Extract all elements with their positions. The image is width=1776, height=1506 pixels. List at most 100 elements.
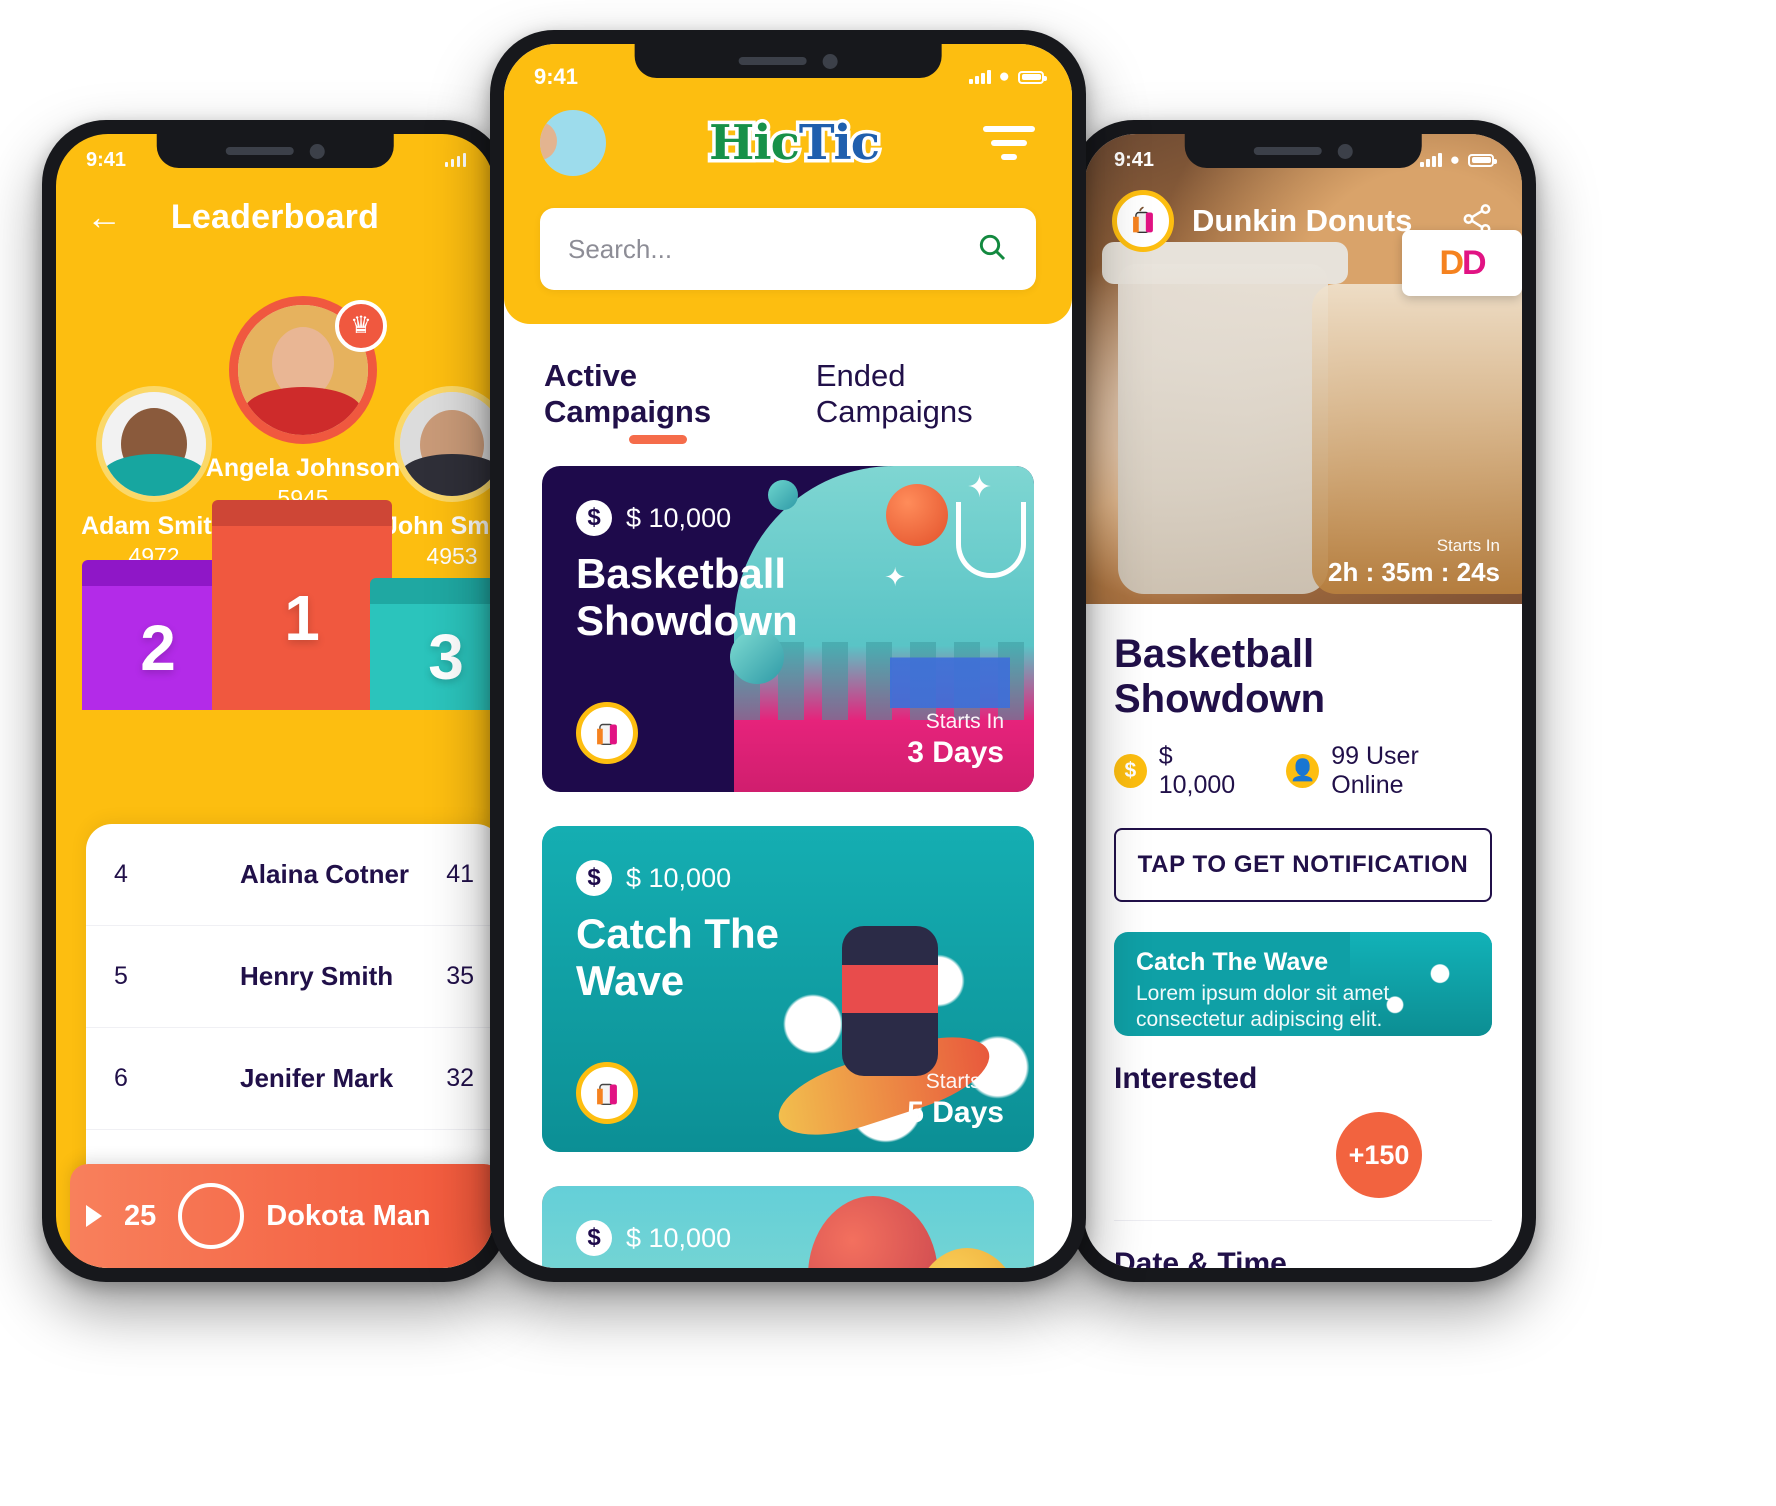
front-camera <box>822 53 838 69</box>
campaign-title: Basketball Showdown <box>1114 632 1326 721</box>
get-notification-button[interactable]: TAP TO GET NOTIFICATION <box>1114 828 1492 902</box>
tab-ended-campaigns[interactable]: Ended Campaigns <box>816 358 1032 444</box>
countdown-value: 2h : 35m : 24s <box>1328 557 1500 587</box>
campaign-list[interactable]: ✦ ✦ $ $ 10,000 Basketball Showdown Start… <box>504 444 1072 1268</box>
earpiece-speaker <box>225 147 294 155</box>
caret-right-icon <box>86 1205 102 1227</box>
prize-value: $ 10,000 <box>626 862 732 893</box>
promo-subtitle: Lorem ipsum dolor sit amet, consectetur … <box>1136 982 1396 1032</box>
crown-icon: ♛ <box>335 300 387 352</box>
notch <box>634 44 942 78</box>
row-rank: 6 <box>114 1064 128 1092</box>
dollar-icon: $ <box>1114 754 1147 788</box>
campaign-tabs[interactable]: Active Campaigns Ended Campaigns <box>504 324 1072 444</box>
header-bar: HicTic <box>540 110 1036 176</box>
phone-campaign-detail: 9:41 ● DD Dunkin Donuts Starts In 2h: 3… <box>1070 120 1536 1282</box>
avatar <box>158 1048 220 1110</box>
avatar <box>394 386 494 502</box>
campaign-card-basketball[interactable]: ✦ ✦ $ $ 10,000 Basketball Showdown Start… <box>542 466 1034 792</box>
avatar <box>158 946 220 1008</box>
detail-topbar: Dunkin Donuts <box>1084 190 1522 252</box>
dollar-icon: $ <box>576 860 612 896</box>
dollar-icon: $ <box>576 500 612 536</box>
app-logo: HicTic <box>606 112 982 175</box>
campaign-card-balloons[interactable]: $ $ 10,000 Pop The Balloons <box>542 1186 1034 1268</box>
search-bar[interactable]: Search... <box>540 208 1036 290</box>
earpiece-speaker <box>738 57 807 65</box>
logo-part-2: Tic <box>795 112 883 175</box>
avatar <box>178 1183 245 1249</box>
detail-body: Basketball Showdown $ $ 10,000 👤 99 User… <box>1084 604 1522 1268</box>
share-icon[interactable] <box>1460 202 1494 241</box>
campaign-prize: $ $ 10,000 <box>576 860 1000 896</box>
starts-value: 5 Days <box>907 1096 1004 1129</box>
campaign-hero-image: DD Dunkin Donuts Starts In 2h: 35m: 24… <box>1084 134 1522 604</box>
starts-label: Starts In <box>925 710 1004 733</box>
divider <box>1114 1220 1492 1221</box>
dollar-icon: $ <box>576 1220 612 1256</box>
dunkin-cup-icon <box>576 1062 638 1124</box>
status-icons: ● <box>969 66 1047 88</box>
campaign-detail-screen: 9:41 ● DD Dunkin Donuts Starts In 2h: 3… <box>1084 134 1522 1268</box>
podium: Adam Smith 4972 ♛ Angela Johnson 5945 Jo… <box>56 248 494 710</box>
campaign-prize: $ $ 10,000 <box>576 500 1000 536</box>
interested-avatars[interactable]: +150 <box>1114 1112 1492 1198</box>
avatar[interactable] <box>540 110 606 176</box>
table-row[interactable]: 4 Alaina Cotner 41 <box>86 824 494 926</box>
signal-icon <box>969 70 991 84</box>
countdown-label: Starts In <box>1436 536 1500 555</box>
starts-label: Starts In <box>925 1070 1004 1093</box>
current-user-row[interactable]: 25 Dokota Man <box>70 1164 494 1268</box>
avatar-image <box>102 392 206 496</box>
notch <box>1184 134 1422 168</box>
table-row[interactable]: 6 Jenifer Mark 32 <box>86 1028 494 1130</box>
date-time-heading: Date & Time <box>1114 1247 1287 1268</box>
logo-part-1: Hic <box>706 112 804 175</box>
promo-banner[interactable]: Catch The Wave Lorem ipsum dolor sit ame… <box>1114 932 1492 1036</box>
leaderboard-screen: 9:41 ← Leaderboard Adam Smith 4972 ♛ Ang… <box>56 134 494 1268</box>
avatar-image <box>400 392 494 496</box>
podium-rank-1: 1 <box>212 526 392 710</box>
tab-active-campaigns[interactable]: Active Campaigns <box>544 358 772 444</box>
table-row[interactable]: 5 Henry Smith 35 <box>86 926 494 1028</box>
row-name: Henry Smith <box>240 961 394 991</box>
more-interested-count[interactable]: +150 <box>1336 1112 1422 1198</box>
front-camera <box>1337 143 1353 159</box>
users-online: 👤 99 User Online <box>1286 742 1492 800</box>
status-time: 9:41 <box>1114 148 1155 171</box>
battery-icon <box>1468 153 1497 167</box>
campaign-title: Catch The Wave <box>576 910 780 1005</box>
campaign-card-wave[interactable]: $ $ 10,000 Catch The Wave Starts In 5 Da… <box>542 826 1034 1152</box>
row-rank: 4 <box>114 860 128 888</box>
campaign-prize: $ $ 10,000 <box>576 1220 1000 1256</box>
signal-icon <box>1420 153 1442 167</box>
home-screen: 9:41 ● HicTic Search... Active Campaigns… <box>504 44 1072 1268</box>
status-icons: ● <box>1420 150 1497 170</box>
campaign-countdown: Starts In 3 Days <box>907 710 1004 770</box>
countdown-timer: Starts In 2h : 35m : 24s <box>1328 536 1500 588</box>
campaign-title: Basketball Showdown <box>576 550 798 645</box>
filter-icon[interactable] <box>982 126 1036 160</box>
campaign-countdown: Starts In 5 Days <box>907 1070 1004 1130</box>
avatar <box>158 844 220 906</box>
front-camera <box>309 143 325 159</box>
leaderboard-header: ← Leaderboard <box>56 186 494 248</box>
wifi-icon: ● <box>1449 150 1460 169</box>
phone-leaderboard: 9:41 ← Leaderboard Adam Smith 4972 ♛ Ang… <box>42 120 508 1282</box>
podium-block-1: 1 <box>212 500 392 710</box>
avatar <box>96 386 212 502</box>
screenshot-stage: 9:41 ← Leaderboard Adam Smith 4972 ♛ Ang… <box>0 0 1776 1506</box>
search-input[interactable]: Search... <box>568 234 976 265</box>
prize-amount: $ $ 10,000 <box>1114 742 1252 800</box>
podium-rank-3: 3 <box>370 604 494 710</box>
campaign-meta: $ $ 10,000 👤 99 User Online <box>1114 742 1492 800</box>
prize-value: $ 10,000 <box>626 1222 732 1253</box>
row-name: Jenifer Mark <box>240 1063 394 1093</box>
wifi-icon: ● <box>998 66 1010 87</box>
search-icon[interactable] <box>976 231 1008 268</box>
earpiece-speaker <box>1253 147 1322 155</box>
status-time: 9:41 <box>86 148 127 171</box>
status-icons <box>444 153 466 167</box>
current-user-rank: 25 <box>124 1199 157 1232</box>
podium-block-3: 3 <box>370 578 494 710</box>
